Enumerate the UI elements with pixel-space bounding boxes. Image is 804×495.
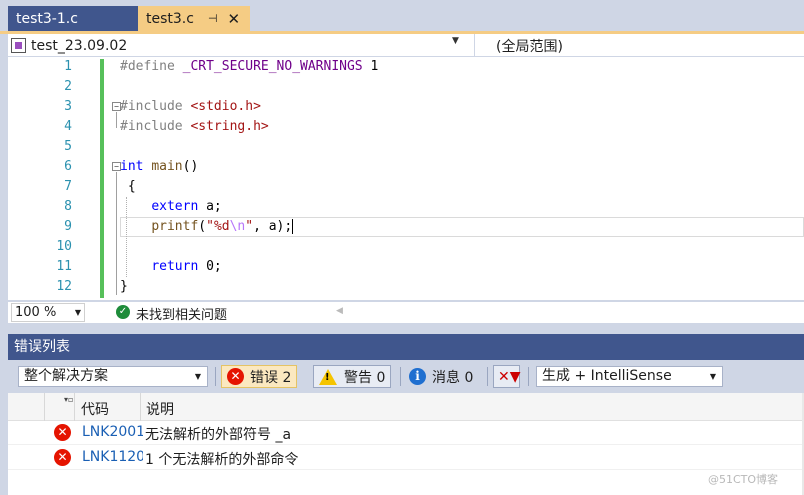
line-code: #define _CRT_SECURE_NO_WARNINGS 1	[120, 59, 379, 74]
filter-clear-icon: ✕▼	[498, 368, 521, 385]
line-number: 8	[64, 199, 72, 214]
line-code: {	[127, 179, 136, 194]
zoom-dropdown[interactable]: 100 % ▼	[11, 303, 85, 322]
close-icon[interactable]: ✕	[228, 10, 241, 28]
error-list-grid: ▾▫ 代码 说明 ✕ LNK2001 无法解析的外部符号 _a ✕ LNK112…	[8, 393, 804, 495]
info-icon: i	[409, 368, 426, 385]
divider	[487, 367, 488, 386]
warnings-filter-button[interactable]: ! 警告 0	[313, 365, 392, 388]
check-circle-icon: ✓	[116, 305, 130, 319]
error-icon: ✕	[54, 449, 71, 466]
document-tab-bar: test3-1.c test3.c ⊣ ✕	[0, 0, 804, 31]
line-code: return 0;	[151, 259, 222, 274]
grid-header: ▾▫ 代码 说明	[8, 393, 802, 421]
line-number: 6	[64, 159, 72, 174]
scope-filter-value: 整个解决方案	[24, 368, 108, 384]
text-caret	[292, 219, 294, 234]
code-line: 6 int main()	[8, 157, 804, 177]
editor-status-bar: 100 % ▼ ✓ 未找到相关问题 ◀	[8, 302, 804, 323]
code-line: 4 #include <string.h>	[8, 117, 804, 137]
line-code: #include <string.h>	[120, 119, 269, 134]
tab-label: test3-1.c	[16, 10, 78, 27]
column-header-description[interactable]: 说明	[146, 399, 174, 419]
scope-filter-dropdown[interactable]: 整个解决方案 ▼	[18, 366, 208, 387]
sort-indicator-icon[interactable]: ▾▫	[64, 395, 73, 404]
scope-dropdown[interactable]: (全局范围)	[496, 36, 563, 56]
zoom-value: 100 %	[15, 305, 57, 320]
line-number: 9	[64, 219, 72, 234]
line-code: }	[120, 279, 128, 294]
chevron-down-icon: ▼	[74, 308, 81, 317]
line-number: 5	[64, 139, 72, 154]
error-list-title: 错误列表	[8, 334, 804, 360]
column-separator	[74, 393, 75, 421]
divider	[215, 367, 216, 386]
code-line: 9 printf("%d\n", a);	[8, 217, 804, 237]
code-editor[interactable]: − − 1 #define _CRT_SECURE_NO_WARNINGS 1 …	[8, 57, 804, 300]
code-line: 12 }	[8, 277, 804, 297]
line-number: 12	[56, 279, 72, 294]
warning-icon: !	[319, 368, 337, 385]
divider	[528, 367, 529, 386]
chevron-down-icon: ▼	[709, 372, 716, 381]
code-line: 10	[8, 237, 804, 257]
line-number: 4	[64, 119, 72, 134]
tab-test3-1[interactable]: test3-1.c	[8, 6, 138, 31]
project-name: test_23.09.02	[31, 37, 128, 54]
divider	[400, 367, 401, 386]
column-header-code[interactable]: 代码	[81, 399, 109, 419]
line-number: 2	[64, 79, 72, 94]
line-code: extern a;	[151, 199, 222, 214]
build-intellisense-dropdown[interactable]: 生成 + IntelliSense ▼	[536, 366, 723, 387]
line-code: printf("%d\n", a);	[151, 219, 294, 234]
error-code[interactable]: LNK1120	[82, 449, 143, 465]
error-code[interactable]: LNK2001	[82, 424, 143, 440]
code-line: 11 return 0;	[8, 257, 804, 277]
error-list-toolbar: 整个解决方案 ▼ ✕ 错误 2 ! 警告 0 i 消息 0 ✕▼ 生成 + In…	[8, 360, 804, 392]
tab-test3[interactable]: test3.c ⊣ ✕	[138, 6, 250, 31]
tab-label: test3.c	[146, 10, 194, 27]
project-dropdown[interactable]: test_23.09.02	[11, 36, 466, 55]
messages-filter-button[interactable]: i 消息 0	[404, 365, 478, 388]
errors-count-label: 错误 2	[250, 369, 292, 386]
code-line: 5	[8, 137, 804, 157]
line-number: 7	[64, 179, 72, 194]
code-line: 8 extern a;	[8, 197, 804, 217]
errors-filter-button[interactable]: ✕ 错误 2	[221, 365, 298, 388]
chevron-down-icon: ▼	[194, 372, 201, 381]
table-row[interactable]: ✕ LNK1120 1 个无法解析的外部命令	[8, 446, 802, 470]
issues-status-text[interactable]: 未找到相关问题	[136, 304, 227, 323]
column-separator	[140, 393, 141, 421]
watermark-text: @51CTO博客	[708, 473, 779, 486]
line-number: 10	[56, 239, 72, 254]
navigation-bar: test_23.09.02 ▼ (全局范围)	[8, 34, 804, 57]
error-icon: ✕	[227, 368, 244, 385]
code-line: 7 {	[8, 177, 804, 197]
build-filter-value: 生成 + IntelliSense	[542, 368, 672, 384]
clear-filter-button[interactable]: ✕▼	[493, 365, 521, 388]
table-row[interactable]: ✕ LNK2001 无法解析的外部符号 _a	[8, 421, 802, 445]
warnings-count-label: 警告 0	[344, 369, 386, 386]
error-icon: ✕	[54, 424, 71, 441]
pin-icon[interactable]: ⊣	[208, 12, 218, 25]
scroll-left-arrow[interactable]: ◀	[336, 306, 343, 316]
error-description: 1 个无法解析的外部命令	[145, 452, 299, 468]
divider	[474, 34, 475, 57]
messages-count-label: 消息 0	[432, 369, 474, 386]
line-number: 11	[56, 259, 72, 274]
code-line: 2	[8, 77, 804, 97]
code-line: 1 #define _CRT_SECURE_NO_WARNINGS 1	[8, 57, 804, 77]
line-number: 1	[64, 59, 72, 74]
chevron-down-icon[interactable]: ▼	[452, 36, 459, 46]
code-line: 3 #include <stdio.h>	[8, 97, 804, 117]
line-code: #include <stdio.h>	[120, 99, 261, 114]
line-code: int main()	[120, 159, 199, 174]
project-icon	[11, 38, 26, 53]
error-description: 无法解析的外部符号 _a	[145, 427, 292, 443]
line-number: 3	[64, 99, 72, 114]
column-separator	[44, 393, 45, 421]
